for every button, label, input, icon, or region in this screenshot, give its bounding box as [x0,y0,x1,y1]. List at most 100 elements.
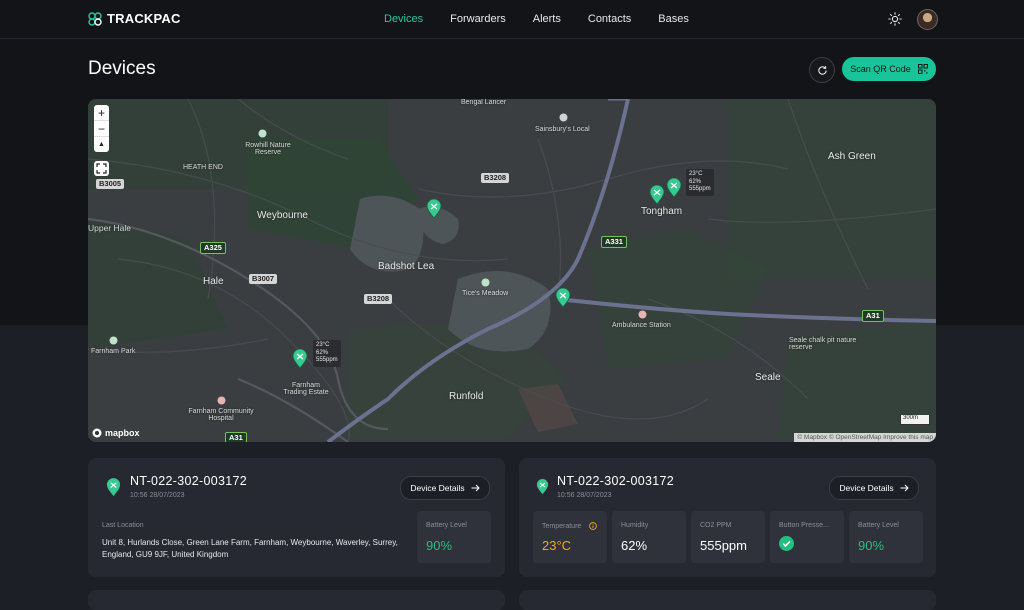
battery-level-tile: Battery Level 90% [417,511,491,563]
park-poi-icon [109,336,118,345]
popup-co2: 555ppm [316,357,338,363]
map-label: Tice's Meadow [462,290,509,297]
device-details-label: Device Details [410,483,465,493]
brand-name: TRACKPAC [107,11,181,26]
map-label: Tongham [641,206,683,217]
arrow-right-icon [471,484,480,492]
map-attribution[interactable]: © Mapbox © OpenStreetMap Improve this ma… [794,433,936,442]
road-shield-b3007: B3007 [249,274,278,284]
map-label: Farnham Park [91,348,136,355]
nav-devices[interactable]: Devices [384,13,423,25]
nav-contacts[interactable]: Contacts [588,13,631,25]
humidity-tile: Humidity 62% [612,511,686,563]
popup-temperature: 23°C [316,342,330,348]
button-pressed-caption: Button Presse... [779,522,829,529]
compass-button[interactable]: ▲ [94,137,109,152]
map-label: Seale chalk pit nature reserve [789,337,857,351]
refresh-icon [817,65,827,75]
device-card: NT-022-302-003172 10:56 28/07/2023 Devic… [88,458,505,577]
popup-co2: 555ppm [689,186,711,192]
fullscreen-button[interactable] [94,161,109,176]
device-timestamp: 10:56 28/07/2023 [130,492,185,499]
battery-caption: Battery Level [426,522,467,529]
road-shield-b3005: B3005 [96,179,125,189]
device-id: NT-022-302-003172 [557,474,674,488]
device-card: NT-022-302-003172 10:56 28/07/2023 Devic… [519,458,936,577]
fullscreen-icon [96,163,107,174]
mapbox-logo[interactable]: mapbox [92,428,140,438]
brand-logo[interactable]: TRACKPAC [88,11,181,26]
map-label: Runfold [449,391,484,402]
device-timestamp: 10:56 28/07/2023 [557,492,612,499]
co2-tile: CO2 PPM 555ppm [691,511,765,563]
co2-caption: CO2 PPM [700,522,732,529]
road-shield-a325: A325 [200,242,226,254]
map-label: Rowhill Nature Reserve [245,142,291,156]
battery-value: 90% [426,538,453,553]
device-id: NT-022-302-003172 [130,474,247,488]
hospital-poi-icon [217,396,226,405]
zoom-out-button[interactable]: − [94,121,109,137]
co2-value: 555ppm [700,538,747,553]
park-poi-icon [481,278,490,287]
humidity-value: 62% [621,538,648,553]
sensor-popup: 23°C 62% 555ppm [313,340,341,367]
device-map[interactable]: + − ▲ Bengal Lancer Sainsbury's Local Ro… [88,99,936,442]
device-marker-icon[interactable] [666,178,682,198]
road-shield-b3208: B3208 [364,294,393,304]
zoom-in-button[interactable]: + [94,105,109,121]
popup-humidity: 62% [316,349,329,356]
nav-forwarders[interactable]: Forwarders [450,13,506,25]
user-avatar[interactable] [917,9,938,30]
park-poi-icon [258,129,267,138]
device-card-partial [88,590,505,610]
hospital-poi-icon [638,310,647,319]
map-label: Hale [203,276,224,287]
last-location-address: Unit 8, Hurlands Close, Green Lane Farm,… [102,538,398,559]
mapbox-logo-text: mapbox [105,428,140,438]
device-pin-icon [536,479,549,495]
road-shield-a331: A331 [601,236,627,248]
device-marker-icon[interactable] [555,288,571,308]
temperature-value: 23°C [542,538,572,553]
scan-qr-label: Scan QR Code [850,64,911,74]
device-marker-icon[interactable] [649,185,665,205]
temperature-caption: Temperature [542,522,598,530]
device-marker-icon[interactable] [426,199,442,219]
map-label: Seale [755,372,781,383]
device-details-button[interactable]: Device Details [829,476,919,500]
device-details-label: Device Details [839,483,894,493]
device-pin-icon [106,478,121,496]
temperature-caption-text: Temperature [542,522,582,530]
device-details-button[interactable]: Device Details [400,476,490,500]
road-shield-a31: A31 [225,432,247,442]
road-shield-a31: A31 [862,310,884,322]
scan-qr-button[interactable]: Scan QR Code [842,57,936,81]
map-label: HEATH END [183,164,223,171]
last-location-caption: Last Location [102,522,144,529]
info-icon[interactable] [589,522,598,530]
refresh-button[interactable] [809,57,835,83]
theme-toggle-sun-icon[interactable] [888,12,902,26]
map-label: Ash Green [828,151,876,162]
device-marker-icon[interactable] [292,349,308,369]
battery-value: 90% [858,538,885,553]
map-label: Badshot Lea [378,261,435,272]
top-nav: TRACKPAC Devices Forwarders Alerts Conta… [0,0,1024,39]
trackpac-logo-icon [88,11,102,26]
battery-level-tile: Battery Level 90% [849,511,923,563]
popup-humidity: 62% [689,178,702,185]
nav-alerts[interactable]: Alerts [533,13,561,25]
battery-caption: Battery Level [858,522,899,529]
page-title: Devices [88,58,156,79]
qr-code-icon [917,64,928,74]
map-label: Upper Hale [88,223,131,233]
sensor-popup: 23°C 62% 555ppm [686,169,714,196]
map-label: Farnham Community Hospital [188,408,254,422]
nav-bases[interactable]: Bases [658,13,689,25]
map-label: Weybourne [257,210,308,221]
shop-poi-icon [559,113,568,122]
mapbox-logo-icon [92,428,102,438]
button-pressed-tile: Button Presse... [770,511,844,563]
humidity-caption: Humidity [621,522,649,529]
